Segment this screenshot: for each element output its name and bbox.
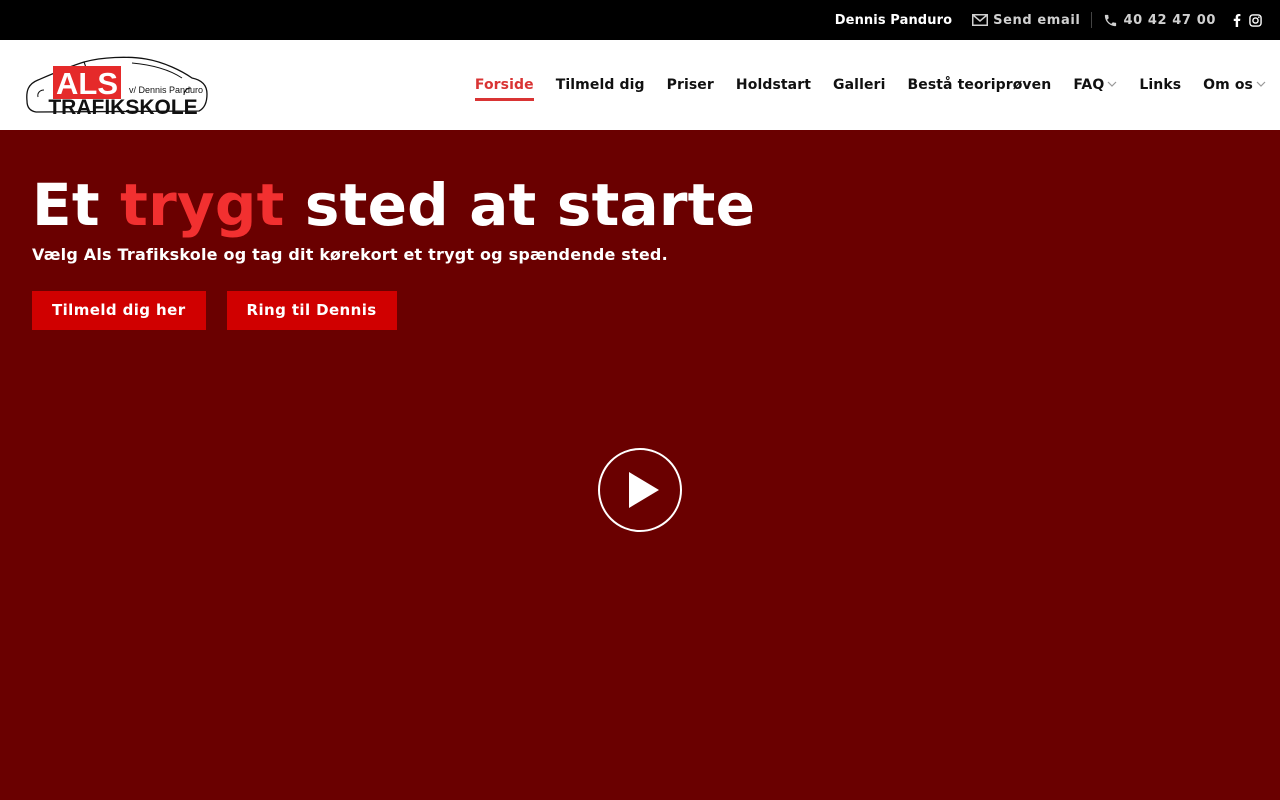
nav-om-os[interactable]: Om os — [1203, 69, 1266, 101]
phone-number: 40 42 47 00 — [1123, 12, 1216, 28]
hero-section: Et trygt sted at starte Vælg Als Trafiks… — [0, 130, 1280, 800]
hero-subtitle: Vælg Als Trafikskole og tag dit kørekort… — [32, 244, 668, 264]
contact-name: Dennis Panduro — [834, 12, 953, 28]
hero-buttons: Tilmeld dig her Ring til Dennis — [32, 290, 1248, 330]
signup-button[interactable]: Tilmeld dig her — [32, 290, 206, 330]
logo-subtitle: v/ Dennis Panduro — [129, 85, 203, 95]
nav-links[interactable]: Links — [1139, 69, 1181, 101]
play-icon — [629, 472, 659, 508]
call-dennis-button[interactable]: Ring til Dennis — [226, 290, 397, 330]
nav-besta-teoriproven[interactable]: Bestå teoriprøven — [907, 69, 1051, 101]
logo-name: TRAFIKSKOLE — [48, 96, 197, 117]
nav-galleri[interactable]: Galleri — [833, 69, 885, 101]
hero-title: Et trygt sted at starte — [32, 171, 756, 239]
envelope-icon — [972, 14, 989, 26]
phone-icon — [1103, 13, 1118, 28]
hero-title-accent: trygt — [120, 171, 285, 239]
play-video-button[interactable] — [598, 448, 682, 532]
site-logo[interactable]: ALS v/ Dennis Panduro TRAFIKSKOLE — [24, 53, 210, 119]
nav-forside[interactable]: Forside — [474, 69, 534, 101]
chevron-down-icon — [1107, 80, 1117, 90]
chevron-down-icon — [1256, 80, 1266, 90]
top-bar: Dennis Panduro Send email 40 42 47 00 — [0, 0, 1280, 40]
topbar-divider — [1091, 12, 1093, 28]
social-links — [1233, 13, 1262, 27]
site-header: ALS v/ Dennis Panduro TRAFIKSKOLE Forsid… — [0, 40, 1280, 130]
send-email-link[interactable]: Send email — [972, 13, 1080, 28]
facebook-icon[interactable] — [1233, 13, 1241, 27]
nav-holdstart[interactable]: Holdstart — [736, 69, 811, 101]
send-email-label: Send email — [993, 12, 1081, 28]
nav-priser[interactable]: Priser — [667, 69, 714, 101]
main-nav: Forside Tilmeld dig Priser Holdstart Gal… — [453, 69, 1266, 101]
nav-tilmeld-dig[interactable]: Tilmeld dig — [556, 69, 645, 101]
instagram-icon[interactable] — [1249, 13, 1262, 27]
nav-faq[interactable]: FAQ — [1073, 69, 1117, 101]
phone-link[interactable]: 40 42 47 00 — [1103, 13, 1216, 28]
